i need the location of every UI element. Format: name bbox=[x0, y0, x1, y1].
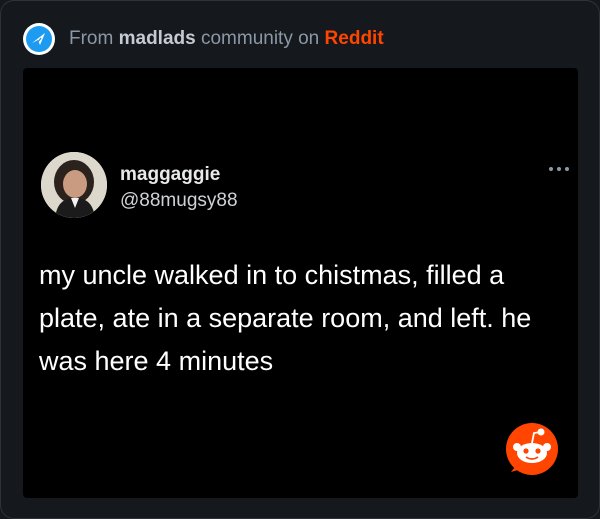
paper-plane-badge-icon bbox=[23, 23, 55, 55]
reddit-link[interactable]: Reddit bbox=[325, 28, 384, 49]
user-handle[interactable]: @88mugsy88 bbox=[120, 190, 238, 212]
reddit-snoo-icon[interactable] bbox=[505, 422, 559, 476]
source-middle: community on bbox=[200, 28, 320, 49]
source-line: From madlads community on Reddit bbox=[69, 28, 384, 50]
embed-header: From madlads community on Reddit bbox=[23, 23, 384, 55]
embed-card: From madlads community on Reddit maggagg… bbox=[0, 0, 600, 519]
more-options-icon[interactable] bbox=[547, 164, 573, 174]
community-link[interactable]: madlads bbox=[119, 28, 196, 49]
display-name[interactable]: maggaggie bbox=[120, 164, 220, 186]
tweet-screenshot[interactable]: maggaggie @88mugsy88 my uncle walked in … bbox=[23, 68, 578, 498]
avatar[interactable] bbox=[41, 152, 107, 218]
source-prefix: From bbox=[69, 28, 114, 49]
tweet-text: my uncle walked in to chistmas, filled a… bbox=[39, 260, 532, 376]
